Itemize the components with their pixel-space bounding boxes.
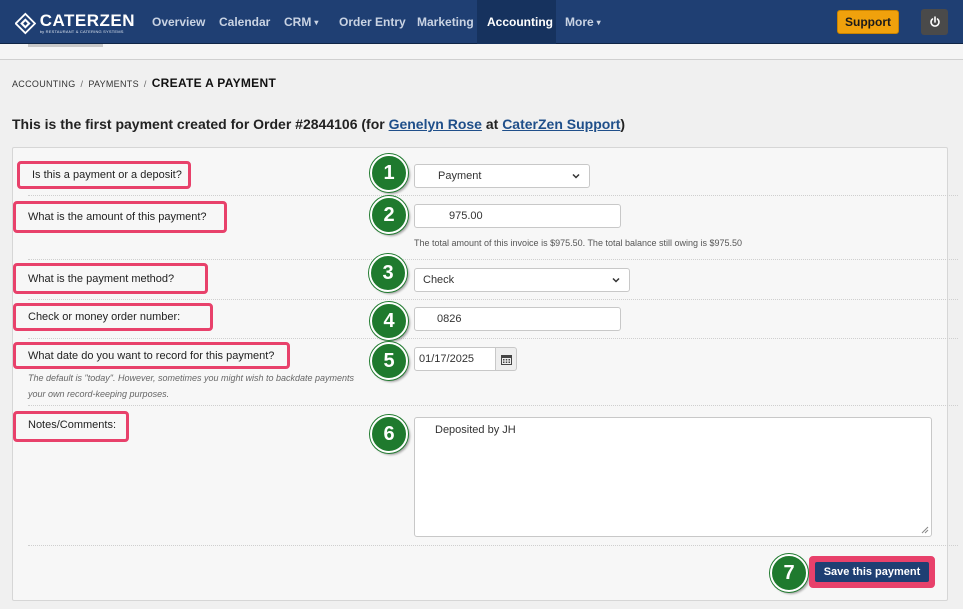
payment-method-value: Check [423, 274, 455, 286]
calendar-button[interactable] [496, 347, 517, 371]
payment-type-label: Is this a payment or a deposit? [17, 161, 191, 189]
nav-calendar[interactable]: Calendar [209, 0, 280, 44]
divider [28, 195, 958, 196]
breadcrumb-current: CREATE A PAYMENT [151, 76, 277, 90]
customer-link[interactable]: Genelyn Rose [389, 116, 482, 132]
step-badge-4: 4 [370, 302, 408, 340]
support-button[interactable]: Support [837, 10, 899, 34]
heading-text: ) [620, 116, 626, 132]
notes-textarea[interactable]: Deposited by JH [414, 417, 932, 537]
payment-method-select[interactable]: Check [414, 268, 630, 292]
heading-text: This is the first payment created for Or… [12, 116, 389, 132]
brand-subtitle: by RESTAURANT & CATERING SYSTEMS [39, 28, 124, 34]
caret-down-icon: ▾ [596, 18, 601, 27]
step-badge-6: 6 [370, 415, 408, 453]
date-help-text: The default is "today". However, sometim… [28, 370, 354, 402]
payment-type-value: Payment [438, 170, 482, 182]
nav-marketing[interactable]: Marketing [407, 0, 484, 44]
heading-text: at [481, 116, 503, 132]
check-number-value: 0826 [437, 313, 462, 325]
calendar-icon [500, 354, 512, 365]
notes-label: Notes/Comments: [13, 411, 129, 442]
nav-overview[interactable]: Overview [142, 0, 215, 44]
step-badge-7: 7 [770, 554, 808, 592]
breadcrumb-payments[interactable]: PAYMENTS [88, 79, 139, 89]
payment-type-select[interactable]: Payment [414, 164, 590, 188]
nav-more[interactable]: More ▾ [555, 0, 611, 44]
save-highlight: Save this payment [809, 556, 935, 588]
caret-down-icon: ▾ [314, 18, 319, 27]
date-help-line: The default is "today". However, sometim… [28, 373, 355, 383]
payment-method-label: What is the payment method? [13, 263, 208, 294]
resize-handle-icon[interactable] [921, 526, 929, 534]
nav-accounting[interactable]: Accounting [477, 0, 556, 44]
notes-value: Deposited by JH [435, 424, 516, 436]
top-navbar: CATERZEN by RESTAURANT & CATERING SYSTEM… [0, 0, 963, 44]
check-number-label: Check or money order number: [13, 303, 213, 331]
logout-button[interactable] [921, 9, 948, 35]
company-link[interactable]: CaterZen Support [502, 116, 620, 132]
divider [28, 338, 958, 339]
sub-toolbar [0, 44, 963, 60]
amount-label: What is the amount of this payment? [13, 201, 227, 233]
step-badge-5: 5 [370, 342, 408, 380]
breadcrumb: ACCOUNTING / PAYMENTS / CREATE A PAYMENT [12, 76, 276, 90]
amount-value: 975.00 [449, 210, 483, 222]
step-badge-2: 2 [370, 196, 408, 234]
breadcrumb-accounting[interactable]: ACCOUNTING [12, 79, 76, 89]
divider [28, 299, 958, 300]
nav-order-entry[interactable]: Order Entry [329, 0, 416, 44]
brand-name: CATERZEN [39, 10, 135, 30]
amount-help-text: The total amount of this invoice is $975… [414, 238, 743, 248]
breadcrumb-separator: / [80, 79, 84, 89]
step-badge-3: 3 [369, 254, 407, 292]
chevron-down-icon [612, 277, 620, 283]
page-heading: This is the first payment created for Or… [12, 116, 625, 132]
save-payment-button[interactable]: Save this payment [815, 562, 929, 582]
sub-tab-indicator [28, 44, 103, 47]
divider [28, 259, 958, 260]
payment-date-value: 01/17/2025 [419, 353, 475, 365]
divider [28, 405, 958, 406]
breadcrumb-separator: / [143, 79, 147, 89]
caterzen-logo[interactable]: CATERZEN by RESTAURANT & CATERING SYSTEM… [15, 9, 135, 37]
payment-date-input[interactable]: 01/17/2025 [414, 347, 496, 371]
payment-date-label: What date do you want to record for this… [13, 342, 290, 369]
check-number-input[interactable]: 0826 [414, 307, 621, 331]
divider [28, 545, 958, 546]
amount-input[interactable]: 975.00 [414, 204, 621, 228]
date-help-line: your own record-keeping purposes. [28, 389, 170, 399]
step-badge-1: 1 [370, 154, 408, 192]
nav-crm[interactable]: CRM ▾ [274, 0, 328, 44]
chevron-down-icon [572, 173, 580, 179]
power-icon [929, 16, 940, 27]
diamond-logo-icon [15, 12, 36, 34]
